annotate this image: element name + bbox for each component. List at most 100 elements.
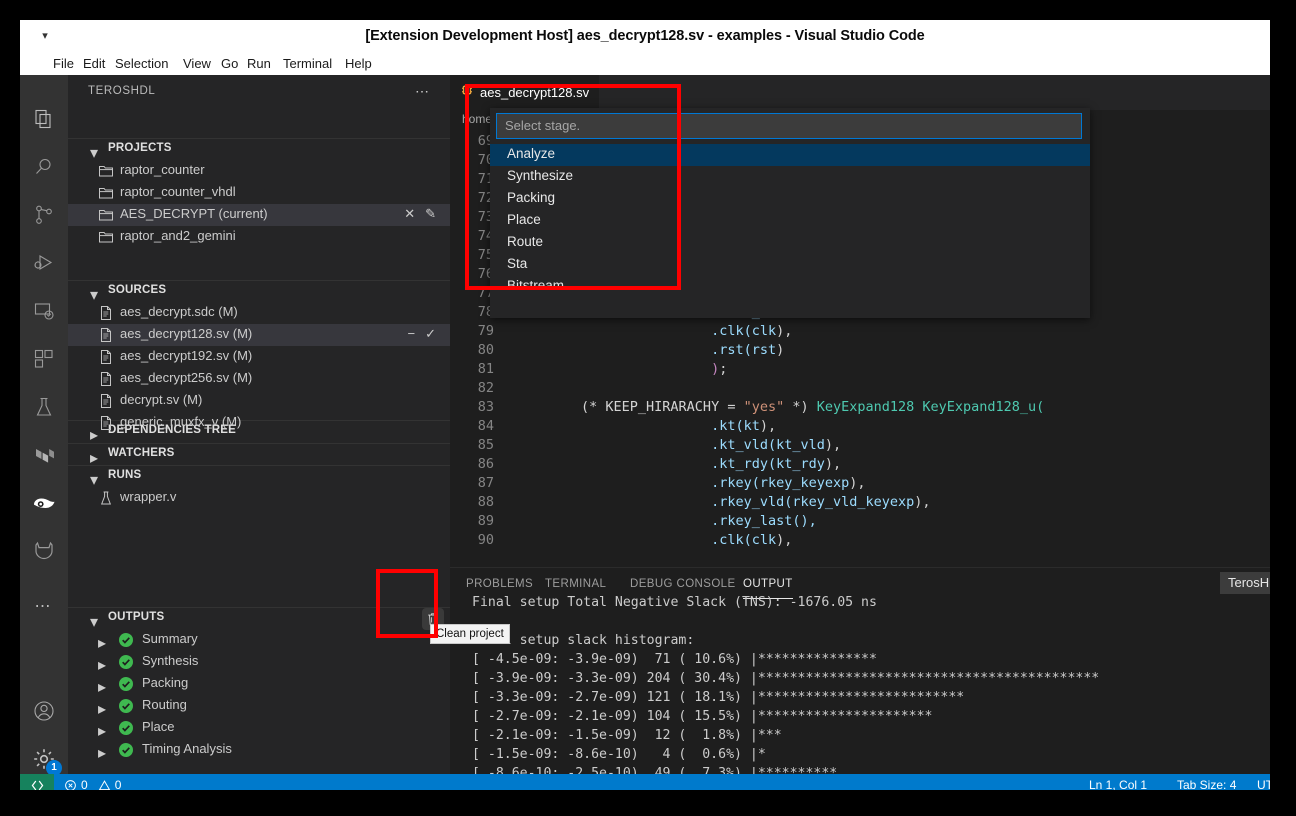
output-item[interactable]: ▸ Packing	[68, 673, 450, 696]
sidebar-section-projects[interactable]: ▾ PROJECTS	[68, 138, 450, 162]
output-channel-select[interactable]: TerosHDL	[1220, 572, 1270, 594]
chevron-right-icon[interactable]: ▸	[98, 633, 110, 652]
panel-tab-problems[interactable]: PROBLEMS	[466, 568, 533, 598]
quick-pick-input[interactable]: Select stage.	[496, 113, 1082, 139]
extensions-icon[interactable]	[20, 335, 68, 383]
flask-icon	[98, 490, 114, 506]
chevron-right-icon[interactable]: ▸	[98, 677, 110, 696]
account-icon[interactable]	[20, 687, 68, 735]
check-icon[interactable]: ✓	[425, 326, 436, 342]
file-icon	[98, 327, 114, 343]
list-item[interactable]: wrapper.v	[68, 487, 450, 509]
menu-item-edit[interactable]: Edit	[78, 52, 110, 75]
chevron-down-icon: ▾	[90, 614, 99, 631]
menu-item-file[interactable]: File	[48, 52, 79, 75]
sidebar-section-runs[interactable]: ▾ RUNS	[68, 465, 450, 489]
quick-pick-item[interactable]: Packing	[490, 188, 1090, 210]
list-item[interactable]: raptor_counter_vhdl	[68, 182, 450, 204]
run-and-debug-icon[interactable]	[20, 239, 68, 287]
panel-tab-debug-console[interactable]: DEBUG CONSOLE	[630, 568, 736, 598]
quick-pick-item-label: Place	[507, 212, 541, 227]
edit-pencil-icon[interactable]: ✎	[425, 206, 436, 222]
quick-pick-item[interactable]: Analyze	[490, 144, 1090, 166]
file-icon	[98, 371, 114, 387]
source-control-icon[interactable]	[20, 191, 68, 239]
editor-tab-aes-decrypt128[interactable]: aes_decrypt128.sv	[450, 75, 600, 110]
quick-pick-item[interactable]: Sta	[490, 254, 1090, 276]
menu-item-terminal[interactable]: Terminal	[278, 52, 337, 75]
output-line: [ -2.7e-09: -2.1e-09) 104 ( 15.5%) |****…	[472, 709, 933, 724]
sidebar-section-outputs[interactable]: ▾ OUTPUTS	[68, 607, 450, 631]
more-actions-icon[interactable]: ⋯	[20, 583, 68, 631]
output-item[interactable]: ▸ Synthesis	[68, 651, 450, 674]
teroshdl-icon[interactable]	[20, 479, 68, 527]
line-number: 70	[477, 152, 494, 168]
menu-item-help[interactable]: Help	[340, 52, 377, 75]
output-line: [ -3.9e-09: -3.3e-09) 204 ( 30.4%) |****…	[472, 671, 1100, 686]
output-item[interactable]: ▸ Summary	[68, 629, 450, 652]
list-item-label: wrapper.v	[120, 489, 177, 504]
minus-icon[interactable]: −	[408, 326, 416, 342]
folder-icon	[98, 207, 114, 223]
menu-item-go[interactable]: Go	[216, 52, 243, 75]
check-circle-icon	[118, 654, 134, 670]
list-item[interactable]: aes_decrypt192.sv (M)	[68, 346, 450, 368]
code-text: .kt(kt),	[516, 418, 777, 434]
panel-tab-output[interactable]: OUTPUT	[743, 568, 793, 599]
sidebar-section-watchers[interactable]: ▸ WATCHERS	[68, 443, 450, 467]
remote-explorer-icon[interactable]	[20, 287, 68, 335]
list-item[interactable]: aes_decrypt.sdc (M)	[68, 302, 450, 324]
code-line: 87 .rkey(rkey_keyexp),	[450, 474, 1270, 493]
list-item[interactable]: decrypt.sv (M)	[68, 390, 450, 412]
testing-flask-icon[interactable]	[20, 383, 68, 431]
gitlab-icon[interactable]	[20, 527, 68, 575]
list-item[interactable]: aes_decrypt128.sv (M) − ✓	[68, 324, 450, 346]
output-item[interactable]: ▸ Place	[68, 717, 450, 740]
chevron-down-icon: ▾	[90, 145, 99, 162]
tab-size[interactable]: Tab Size: 4	[1177, 774, 1236, 790]
problems-status[interactable]: 0 0	[64, 774, 121, 790]
encoding[interactable]: UT	[1257, 774, 1270, 790]
quick-pick-item[interactable]: Route	[490, 232, 1090, 254]
line-number: 86	[477, 456, 494, 472]
output-content: Final setup Total Negative Slack (TNS): …	[450, 596, 1270, 775]
quick-pick-item[interactable]: Place	[490, 210, 1090, 232]
search-icon[interactable]	[20, 143, 68, 191]
remote-indicator-icon[interactable]	[20, 774, 54, 790]
error-icon	[65, 780, 76, 790]
list-item[interactable]: aes_decrypt256.sv (M)	[68, 368, 450, 390]
row-actions: ✕ ✎	[404, 206, 436, 222]
line-number: 74	[477, 228, 494, 244]
breadcrumb-item[interactable]: home	[462, 112, 492, 126]
output-item[interactable]: ▸ Routing	[68, 695, 450, 718]
list-item[interactable]: raptor_counter	[68, 160, 450, 182]
chevron-right-icon[interactable]: ▸	[98, 743, 110, 762]
chevron-right-icon[interactable]: ▸	[98, 655, 110, 674]
panel-tab-terminal[interactable]: TERMINAL	[545, 568, 606, 598]
code-line: 84 .kt(kt),	[450, 417, 1270, 436]
output-item[interactable]: ▸ Timing Analysis	[68, 739, 450, 762]
editor-position[interactable]: Ln 1, Col 1	[1089, 774, 1147, 790]
close-icon[interactable]: ✕	[404, 206, 415, 222]
menu-item-view[interactable]: View	[178, 52, 216, 75]
line-number: 82	[477, 380, 494, 396]
list-item[interactable]: raptor_and2_gemini	[68, 226, 450, 248]
explorer-icon[interactable]	[20, 95, 68, 143]
chevron-right-icon[interactable]: ▸	[98, 699, 110, 718]
code-text: .clk(clk),	[516, 532, 793, 548]
line-number: 76	[477, 266, 494, 282]
sidebar-title: TEROSHDL	[88, 85, 156, 97]
line-number: 78	[477, 304, 494, 320]
list-item[interactable]: AES_DECRYPT (current) ✕ ✎	[68, 204, 450, 226]
sidebar-section-sources[interactable]: ▾ SOURCES	[68, 280, 450, 304]
menu-bar: File Edit Selection View Go Run Terminal Help	[20, 52, 1270, 75]
list-item[interactable]: generic_muxfx_v (M)	[68, 412, 450, 434]
ellipsis-icon[interactable]: ⋯	[415, 83, 430, 100]
quick-pick-item[interactable]: Synthesize	[490, 166, 1090, 188]
code-line: 81 );	[450, 360, 1270, 379]
quick-pick-item[interactable]: Bitstream	[490, 276, 1090, 298]
menu-item-run[interactable]: Run	[242, 52, 276, 75]
menu-item-selection[interactable]: Selection	[110, 52, 173, 75]
chevron-right-icon[interactable]: ▸	[98, 721, 110, 740]
terraform-icon[interactable]	[20, 431, 68, 479]
